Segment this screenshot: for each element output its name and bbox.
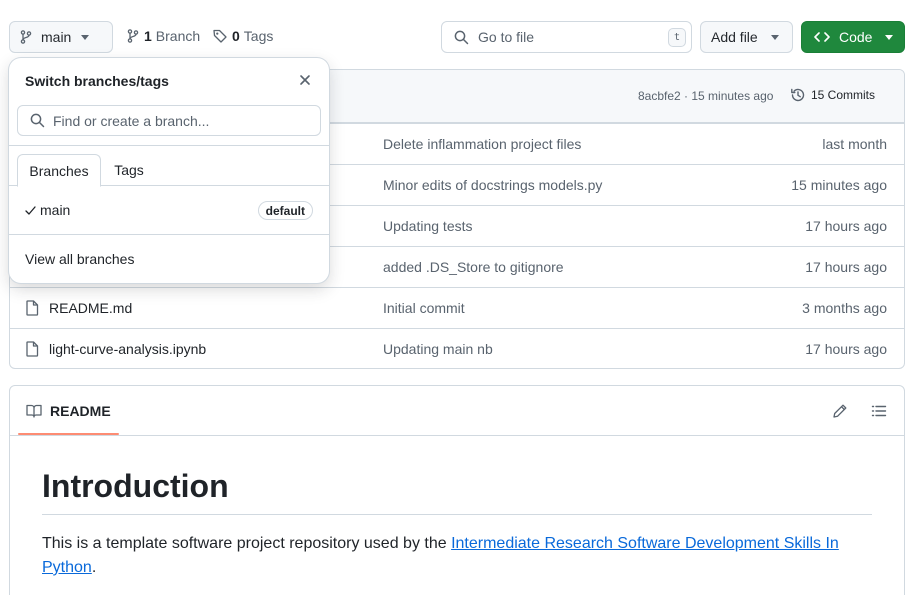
commit-message[interactable]: Delete inflammation project files [383,136,581,152]
tab-branches[interactable]: Branches [17,154,101,187]
code-icon [814,31,830,43]
file-name: light-curve-analysis.ipynb [49,341,207,357]
go-to-file-placeholder: Go to file [478,29,535,45]
readme-text: This is a template software project repo… [42,535,452,552]
file-link[interactable]: light-curve-analysis.ipynb [26,341,206,357]
commit-message[interactable]: Initial commit [383,300,465,316]
book-icon [26,404,42,418]
commit-age: 17 hours ago [805,218,887,234]
branch-count: 1 [144,28,152,44]
active-tab-underline [18,433,119,435]
divider [9,234,329,235]
search-icon [454,30,469,45]
readme-paragraph: This is a template software project repo… [42,532,872,580]
add-file-button[interactable]: Add file [700,21,793,53]
commit-age: 17 hours ago [805,341,887,357]
code-button[interactable]: Code [801,21,905,53]
code-label: Code [839,29,873,45]
file-link[interactable]: README.md [26,300,132,316]
history-icon [790,87,806,103]
check-icon [25,205,37,215]
tab-tags[interactable]: Tags [105,154,153,186]
latest-commit-meta[interactable]: 8acbfe2 · 15 minutes ago [638,89,773,103]
keyboard-shortcut-hint: t [668,28,686,47]
commit-message[interactable]: Updating main nb [383,341,493,357]
view-all-branches-link[interactable]: View all branches [25,251,134,267]
branch-list-item[interactable]: main default [25,200,313,220]
dropdown-title: Switch branches/tags [25,73,169,89]
file-name: README.md [49,300,133,316]
branch-search-placeholder: Find or create a branch... [53,112,210,129]
default-badge: default [257,201,313,220]
tag-icon [213,29,227,43]
caret-down-icon [885,34,894,40]
branch-dropdown: Switch branches/tags Find or create a br… [9,58,329,283]
branch-selector-button[interactable]: main [9,21,113,53]
file-icon [26,300,39,316]
outline-list-icon[interactable] [871,403,887,419]
readme-tab[interactable]: README [26,403,111,419]
add-file-label: Add file [711,29,758,45]
readme-text-end: . [91,559,97,576]
branch-label: Branch [155,28,201,44]
branch-item-name: main [40,202,71,218]
readme-content: Introduction This is a template software… [10,470,904,580]
readme-tab-label: README [50,403,111,419]
tags-link[interactable]: 0 Tags [213,28,273,44]
course-link-line2: Python [42,559,92,576]
readme-heading: Introduction [42,470,872,515]
file-icon [26,341,39,357]
branches-link[interactable]: 1 Branch [127,28,200,44]
readme-panel: README Introduction This is a template s… [9,385,905,595]
course-link-line1: Intermediate Research Software Developme… [451,535,839,552]
commits-label: 15 Commits [811,88,876,102]
commit-age: 17 hours ago [805,259,887,275]
branch-name: main [41,29,72,45]
dropdown-tabs: Branches Tags [9,154,329,187]
commit-message[interactable]: Minor edits of docstrings models.py [383,177,602,193]
go-to-file-input[interactable]: Go to file t [441,21,692,53]
pencil-icon[interactable] [832,403,848,419]
tag-count: 0 [232,28,240,44]
file-row[interactable]: light-curve-analysis.ipynb Updating main… [10,328,904,368]
tag-label: Tags [243,28,274,44]
search-icon [30,113,45,128]
close-icon[interactable] [298,73,312,87]
caret-down-icon [81,34,90,40]
commits-link[interactable]: 15 Commits [790,87,875,103]
commit-age: 3 months ago [802,300,887,316]
commit-message[interactable]: added .DS_Store to gitignore [383,259,564,275]
divider [9,145,329,146]
file-row[interactable]: README.md Initial commit 3 months ago [10,287,904,328]
git-branch-icon [20,30,32,44]
caret-down-icon [770,34,779,40]
commit-age: last month [822,136,887,152]
commit-age: 15 minutes ago [791,177,887,193]
git-branch-icon [127,29,139,43]
readme-header: README [10,386,904,436]
commit-message[interactable]: Updating tests [383,218,473,234]
branch-search-input[interactable]: Find or create a branch... [17,105,321,136]
